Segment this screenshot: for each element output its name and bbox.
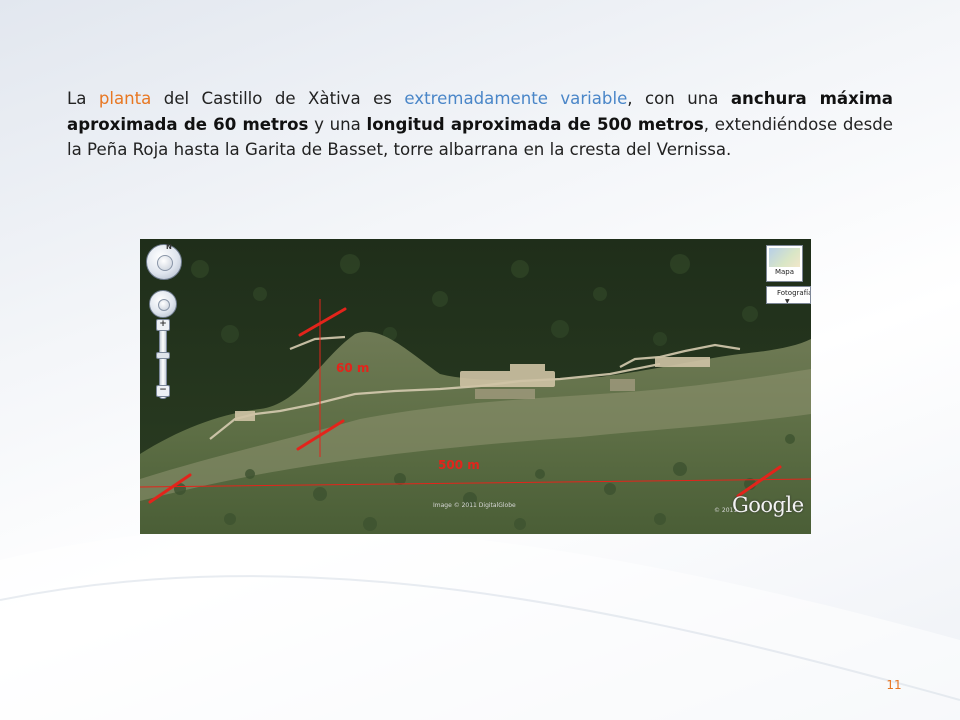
width-measure-label: 60 m [336,361,370,375]
highlight-variable: extremadamente variable [404,89,628,108]
highlight-planta: planta [98,89,152,108]
pan-control[interactable]: N [146,243,182,280]
zoom-slider-handle[interactable] [156,352,170,359]
description-paragraph: La planta del Castillo de Xàtiva es extr… [67,89,893,159]
google-logo: Google [732,493,804,517]
compass-north-label: N [166,243,172,251]
imagery-credit: Image © 2011 DigitalGlobe [433,502,516,509]
map-thumbnail-icon [769,248,800,267]
zoom-out-button[interactable]: − [156,385,170,397]
satellite-map[interactable]: N + − Mapa Fotografía ▼ 60 m 500 m Image… [140,239,811,534]
map-type-button[interactable]: Mapa [766,245,803,282]
highlight-longitud: longitud aproximada de 500 metros [366,114,704,134]
zoom-in-button[interactable]: + [156,319,170,331]
map-imagery [140,239,811,534]
look-around-control[interactable] [149,290,177,318]
photo-layer-label: Fotografía [777,289,811,297]
look-center-icon[interactable] [158,299,170,311]
pan-center-icon[interactable] [157,255,173,271]
chevron-down-icon: ▼ [785,298,790,304]
page-number: 11 [886,678,902,692]
map-type-label: Mapa [774,268,795,276]
photo-layer-button[interactable]: Fotografía ▼ [766,286,811,304]
length-measure-label: 500 m [438,458,480,472]
